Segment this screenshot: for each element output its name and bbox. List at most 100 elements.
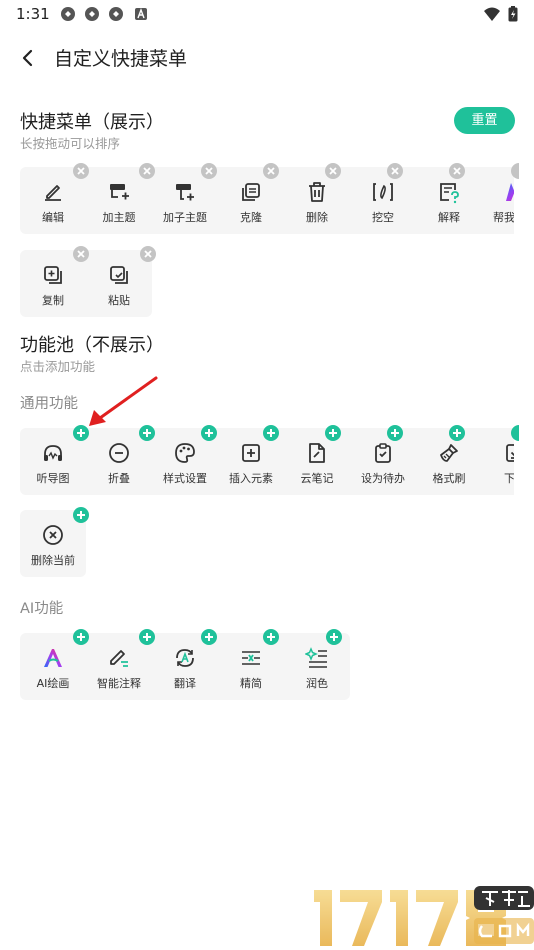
- todo-icon: [375, 443, 391, 463]
- ai-functions-title: AI功能: [20, 601, 64, 617]
- tile-label: 智能注释: [97, 677, 141, 690]
- tile-label: 加主题: [102, 211, 136, 224]
- format-brush-icon: [440, 444, 458, 462]
- add-badge[interactable]: [449, 425, 465, 441]
- remove-badge[interactable]: [263, 163, 279, 179]
- back-arrow-icon[interactable]: [16, 46, 40, 70]
- plus-icon: [77, 511, 85, 519]
- plus-icon: [77, 633, 85, 641]
- general-functions-title: 通用功能: [20, 396, 78, 412]
- clone-icon: [242, 183, 260, 201]
- app-a-icon: [135, 8, 147, 20]
- tile-label: 折叠: [108, 472, 130, 485]
- page-title: 自定义快捷菜单: [54, 48, 188, 70]
- polish-icon: [305, 647, 327, 668]
- shortcut-menu-title: 快捷菜单（展示）: [20, 112, 164, 133]
- add-badge[interactable]: [263, 425, 279, 441]
- add-badge[interactable]: [387, 425, 403, 441]
- plus-icon: [205, 633, 213, 641]
- add-badge[interactable]: [201, 629, 217, 645]
- tile-label: 精简: [240, 677, 262, 690]
- close-icon: [77, 250, 85, 258]
- shortcut-tile-ai-think[interactable]: 帮我思考: [482, 167, 514, 234]
- status-bar: 1:31: [0, 0, 534, 28]
- status-time: 1:31: [16, 5, 50, 23]
- pool-tile-drill-down[interactable]: 下钻: [482, 428, 514, 495]
- app-header: 自定义快捷菜单: [0, 36, 534, 80]
- tile-label: 挖空: [372, 211, 394, 224]
- shortcut-menu-subtitle: 长按拖动可以排序: [20, 136, 121, 151]
- remove-badge[interactable]: [449, 163, 465, 179]
- remove-badge[interactable]: [201, 163, 217, 179]
- add-badge[interactable]: [263, 629, 279, 645]
- notification-icon: [61, 7, 75, 21]
- tile-label: 润色: [306, 677, 328, 690]
- insert-icon: [242, 444, 260, 462]
- remove-badge[interactable]: [387, 163, 403, 179]
- tile-label: 翻译: [174, 677, 196, 690]
- explain-icon: [440, 183, 459, 204]
- battery-icon: [508, 6, 518, 22]
- remove-badge[interactable]: [325, 163, 341, 179]
- add-badge[interactable]: [201, 425, 217, 441]
- plus-icon: [329, 429, 337, 437]
- plus-icon: [205, 429, 213, 437]
- ai-paint-icon: [44, 649, 62, 667]
- palette-icon: [175, 443, 195, 463]
- add-subtopic-icon: [176, 184, 194, 201]
- remove-badge[interactable]: [73, 163, 89, 179]
- notification-icon: [85, 7, 99, 21]
- tile-label: 粘贴: [108, 294, 130, 307]
- add-badge[interactable]: [73, 629, 89, 645]
- copy-icon: [44, 266, 62, 284]
- plus-icon: [267, 429, 275, 437]
- add-topic-icon: [110, 184, 129, 200]
- add-badge[interactable]: [139, 629, 155, 645]
- listen-icon: [44, 445, 62, 461]
- add-badge[interactable]: [325, 425, 341, 441]
- tile-label: AI绘画: [36, 677, 70, 690]
- translate-icon: [176, 649, 194, 667]
- cloud-note-icon: [309, 443, 325, 463]
- close-icon: [144, 250, 152, 258]
- remove-badge[interactable]: [139, 163, 155, 179]
- close-icon: [205, 167, 213, 175]
- plus-icon: [143, 633, 151, 641]
- reset-button[interactable]: 重置: [454, 107, 515, 134]
- function-pool-title: 功能池（不展示）: [20, 335, 164, 356]
- close-icon: [267, 167, 275, 175]
- add-badge[interactable]: [73, 507, 89, 523]
- tile-label: 帮我思考: [493, 211, 514, 224]
- close-icon: [391, 167, 399, 175]
- shortcut-tile-blank[interactable]: 挖空: [350, 167, 416, 234]
- close-icon: [329, 167, 337, 175]
- plus-icon: [391, 429, 399, 437]
- close-icon: [143, 167, 151, 175]
- plus-icon: [330, 633, 338, 641]
- ai-row: AI绘画 智能注释 翻译 精简 润色: [20, 633, 350, 700]
- delete-current-icon: [43, 525, 63, 545]
- tile-label: 样式设置: [163, 472, 207, 485]
- remove-badge[interactable]: [73, 246, 89, 262]
- tile-label: 下钻: [504, 472, 514, 485]
- drill-down-icon: [506, 444, 514, 462]
- collapse-icon: [109, 443, 129, 463]
- remove-badge[interactable]: [140, 246, 156, 262]
- tile-label: 格式刷: [432, 472, 466, 485]
- wifi-icon: [484, 7, 500, 21]
- tile-label: 删除: [306, 211, 328, 224]
- tile-label: 复制: [42, 294, 64, 307]
- watermark-logo: [314, 886, 534, 946]
- annotation-arrow: [89, 376, 158, 426]
- close-icon: [77, 167, 85, 175]
- tile-label: 编辑: [42, 211, 64, 224]
- blank-icon: [373, 183, 393, 201]
- trash-icon: [309, 182, 325, 202]
- tile-label: 克隆: [240, 211, 262, 224]
- notification-icon: [109, 7, 123, 21]
- plus-icon: [267, 633, 275, 641]
- tile-label: 加子主题: [163, 211, 207, 224]
- add-badge[interactable]: [326, 629, 342, 645]
- tile-label: 删除当前: [31, 554, 75, 567]
- pool-tile-todo[interactable]: 设为待办: [350, 428, 416, 495]
